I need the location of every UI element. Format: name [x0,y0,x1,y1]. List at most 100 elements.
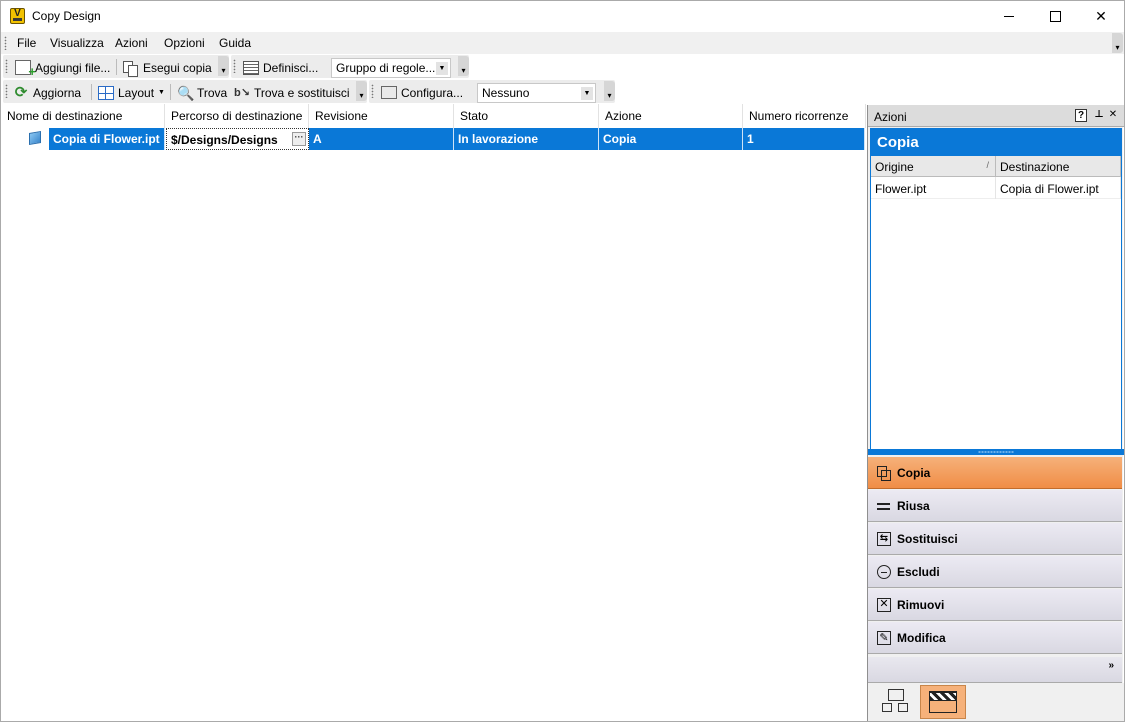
list-icon [243,60,259,75]
layout-button[interactable]: Layout ▼ [98,83,165,102]
cell-name[interactable]: Copia di Flower.ipt [49,128,165,150]
menu-view[interactable]: Visualizza [50,36,104,50]
panel-splitter[interactable] [868,449,1124,455]
chevron-down-icon[interactable]: ▼ [581,87,593,100]
window-title: Copy Design [32,9,101,23]
cell-count[interactable]: 1 [743,128,865,150]
close-button[interactable]: ✕ [1078,1,1124,32]
toolbar-grip[interactable] [233,59,236,73]
copy-icon [123,60,139,77]
refresh-button[interactable]: ⟳ Aggiorna [13,83,81,102]
toolbar-row-1: Aggiungi file... Esegui copia ▾ Definisc… [1,54,1124,79]
action-remove-button[interactable]: ✕ Rimuovi [868,589,1122,621]
menu-overflow-button[interactable]: ▾ [1112,33,1123,53]
minimize-button[interactable] [986,1,1032,32]
column-header-action[interactable]: Azione [599,104,743,128]
toolbar-filter: Configura... Nessuno ▼ ▾ [369,80,615,103]
grid-header: Nome di destinazione Percorso di destina… [1,104,866,128]
cell-path-text: $/Designs/Designs [171,133,278,147]
maximize-button[interactable] [1032,1,1078,32]
action-reuse-label: Riusa [897,498,930,513]
rule-group-select[interactable]: Gruppo di regole... ▼ [331,58,451,78]
add-files-button[interactable]: Aggiungi file... [13,58,110,79]
filter-select[interactable]: Nessuno ▼ [477,83,596,103]
chevron-down-icon[interactable]: ▼ [436,62,448,75]
more-actions-button[interactable]: » [868,657,1122,683]
toolbar-rules: Definisci... Gruppo di regole... ▼ ▾ [231,55,469,78]
action-modify-button[interactable]: ✎ Modifica [868,622,1122,654]
menu-options[interactable]: Opzioni [164,36,205,50]
cell-origin[interactable]: Flower.ipt [871,177,996,199]
toolbar-separator [170,84,171,100]
action-replace-label: Sostituisci [897,531,958,546]
menu-file[interactable]: File [17,36,36,50]
action-detail: Copia Origine / Destinazione Flower.ipt … [870,128,1122,454]
origin-header-label: Origine [875,160,914,174]
toolbar-grip[interactable] [371,84,374,98]
toolbar-separator [91,84,92,100]
column-header-destination[interactable]: Destinazione [996,156,1121,177]
action-copy-button[interactable]: Copia [868,457,1122,489]
column-header-path[interactable]: Percorso di destinazione [165,104,309,128]
panel-header: Azioni ? ⊥ ✕ [868,105,1124,127]
pin-icon[interactable]: ⊥ [1093,109,1105,122]
action-replace-button[interactable]: ⇆ Sostituisci [868,523,1122,555]
menu-actions[interactable]: Azioni [115,36,148,50]
column-header-count[interactable]: Numero ricorrenze [743,104,866,128]
tab-actions[interactable] [920,685,966,719]
find-replace-icon: b↘ [234,86,250,99]
find-label: Trova [197,85,228,100]
toolbar-grip[interactable] [5,59,8,73]
cell-action[interactable]: Copia [599,128,743,150]
run-copy-button[interactable]: Esegui copia [123,58,212,77]
cell-path[interactable]: $/Designs/Designs ··· [166,128,309,150]
toolbar-overflow-button[interactable]: ▾ [218,56,229,76]
title-bar: V Copy Design ✕ [1,1,1124,32]
find-replace-label: Trova e sostituisci [254,85,350,100]
cell-destination[interactable]: Copia di Flower.ipt [996,177,1121,199]
action-exclude-button[interactable]: Escludi [868,556,1122,588]
toolbar-search: ⟳ Aggiorna Layout ▼ 🔍 Trova b↘ Trova e s… [3,80,367,103]
mapping-row[interactable]: Flower.ipt Copia di Flower.ipt [871,177,1121,199]
toolbar-overflow-button[interactable]: ▾ [604,81,615,101]
sort-icon: / [986,160,989,170]
column-header-revision[interactable]: Revisione [309,104,454,128]
action-reuse-button[interactable]: Riusa [868,490,1122,522]
browse-path-button[interactable]: ··· [292,132,306,146]
column-header-origin[interactable]: Origine / [871,156,996,177]
define-label: Definisci... [263,60,319,75]
edit-icon: ✎ [877,630,891,645]
cell-revision[interactable]: A [309,128,454,150]
mapping-header: Origine / Destinazione [871,156,1121,177]
remove-icon: ✕ [877,597,891,612]
find-replace-button[interactable]: b↘ Trova e sostituisci [234,83,350,102]
add-file-icon [15,60,36,79]
column-header-state[interactable]: Stato [454,104,599,128]
rule-group-value: Gruppo di regole... [336,61,436,75]
menu-help[interactable]: Guida [219,36,251,50]
configure-button[interactable]: Configura... [381,83,463,102]
cell-state[interactable]: In lavorazione [454,128,599,150]
close-panel-icon[interactable]: ✕ [1107,109,1119,122]
copy-icon [877,465,891,481]
reuse-icon [877,499,891,513]
define-button[interactable]: Definisci... [243,58,318,77]
help-icon[interactable]: ? [1075,109,1087,122]
toolbar-grip[interactable] [5,84,8,98]
layout-label: Layout [118,85,155,100]
configure-icon [381,86,397,99]
find-button[interactable]: 🔍 Trova [177,83,227,102]
table-row[interactable]: Copia di Flower.ipt $/Designs/Designs ··… [1,128,866,150]
column-header-name[interactable]: Nome di destinazione [1,104,165,128]
toolbar-overflow-button[interactable]: ▾ [458,56,469,76]
tab-network[interactable] [872,685,918,719]
refresh-icon: ⟳ [14,83,28,101]
action-exclude-label: Escludi [897,564,940,579]
part-file-icon [29,130,41,146]
action-remove-label: Rimuovi [897,597,945,612]
toolbar-overflow-button[interactable]: ▾ [356,81,367,101]
panel-tabs [868,683,1124,721]
layout-icon [98,85,114,100]
menu-grip[interactable] [4,36,7,50]
refresh-label: Aggiorna [33,85,82,100]
